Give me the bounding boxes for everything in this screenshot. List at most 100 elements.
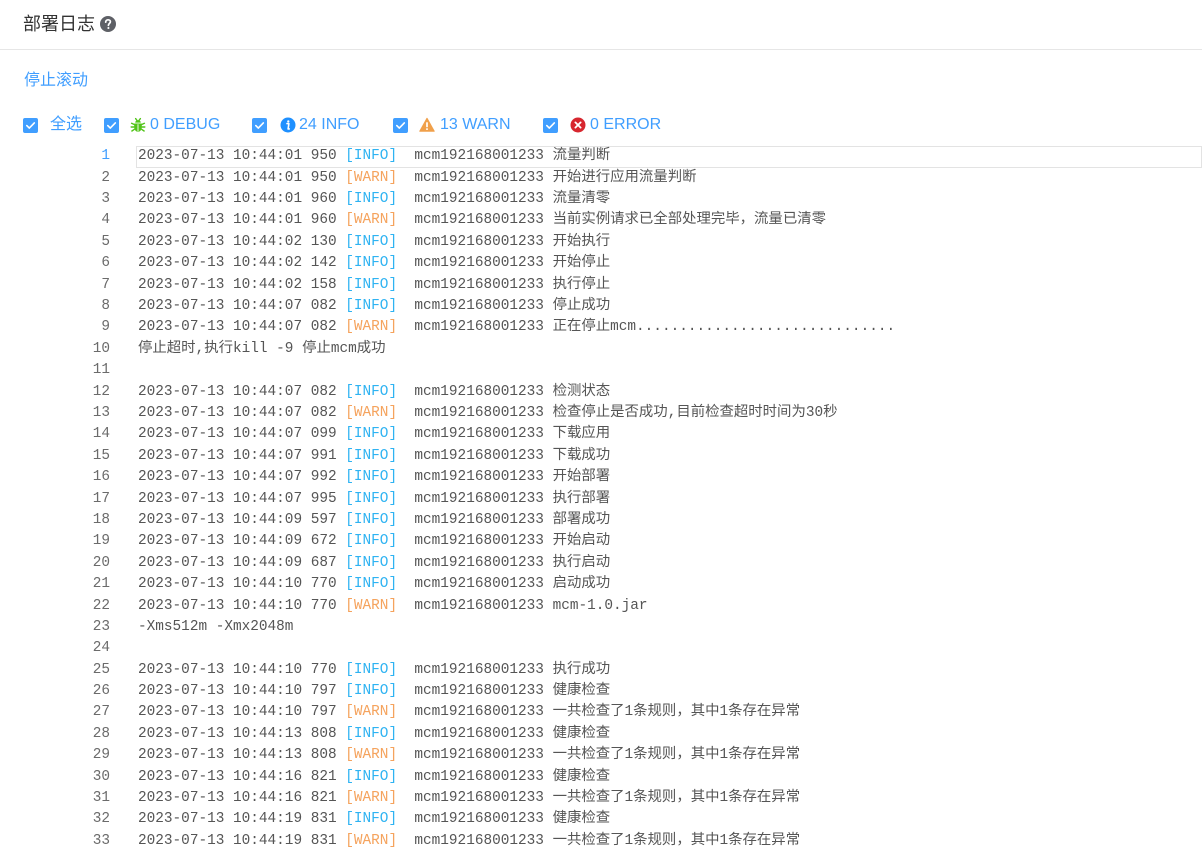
log-line: 23 -Xms512m -Xmx2048m [0,617,1202,638]
filter-info[interactable]: 24 INFO [252,115,359,135]
log-level: [INFO] [345,768,398,785]
log-text: 2023-07-13 10:44:13 808 [INFO] mcm192168… [136,724,1202,745]
stop-scroll-link[interactable]: 停止滚动 [24,71,88,91]
log-level: [INFO] [345,533,398,550]
log-source: mcm192168001233 [414,298,544,315]
log-level: [INFO] [345,383,398,400]
line-number: 9 [101,319,110,336]
log-text: 2023-07-13 10:44:16 821 [WARN] mcm192168… [136,788,1202,809]
log-timestamp: 2023-07-13 10:44:10 797 [138,683,337,700]
log-line: 25 2023-07-13 10:44:10 770 [INFO] mcm1921… [0,660,1202,681]
log-line: 24 [0,638,1202,659]
log-line: 16 2023-07-13 10:44:07 992 [INFO] mcm1921… [0,467,1202,488]
log-text: 2023-07-13 10:44:02 142 [INFO] mcm192168… [136,253,1202,274]
log-text: 2023-07-13 10:44:02 130 [INFO] mcm192168… [136,232,1202,253]
line-number: 30 [92,768,110,785]
log-message: 正在停止mcm.............................. [552,319,896,336]
log-source: mcm192168001233 [414,233,544,250]
warn-checkbox[interactable] [393,117,408,133]
log-text: 2023-07-13 10:44:01 950 [INFO] mcm192168… [136,146,1202,167]
log-timestamp: 2023-07-13 10:44:19 831 [138,832,337,849]
log-timestamp: 2023-07-13 10:44:10 770 [138,597,337,614]
log-source: mcm192168001233 [414,533,544,550]
line-number: 27 [92,704,110,721]
log-text: 2023-07-13 10:44:16 821 [INFO] mcm192168… [136,767,1202,788]
error-checkbox[interactable] [543,117,558,133]
log-source: mcm192168001233 [414,832,544,849]
log-line: 20 2023-07-13 10:44:09 687 [INFO] mcm1921… [0,553,1202,574]
select-all-checkbox[interactable] [23,117,38,133]
log-source: mcm192168001233 [414,490,544,507]
log-line: 9 2023-07-13 10:44:07 082 [WARN] mcm19216… [0,317,1202,338]
line-number: 12 [92,383,110,400]
line-number: 23 [92,618,110,635]
log-message: 一共检查了1条规则，其中1条存在异常 [552,832,801,849]
log-source: mcm192168001233 [414,725,544,742]
log-timestamp: 2023-07-13 10:44:07 082 [138,383,337,400]
log-text: 2023-07-13 10:44:09 687 [INFO] mcm192168… [136,553,1202,574]
log-line: 30 2023-07-13 10:44:16 821 [INFO] mcm1921… [0,767,1202,788]
log-level: [INFO] [345,426,398,443]
log-message: 部署成功 [552,511,611,528]
log-text: 2023-07-13 10:44:10 770 [INFO] mcm192168… [136,574,1202,595]
log-text: 2023-07-13 10:44:09 597 [INFO] mcm192168… [136,510,1202,531]
debug-checkbox[interactable] [104,117,119,133]
log-level: [WARN] [345,212,398,229]
error-level-name: ERROR [603,116,662,133]
log-source: mcm192168001233 [414,383,544,400]
log-line: 22 2023-07-13 10:44:10 770 [WARN] mcm1921… [0,596,1202,617]
warn-filter-label: 13 WARN [440,115,511,135]
filter-warn[interactable]: 13 WARN [393,115,511,135]
error-filter-label: 0 ERROR [590,115,661,135]
log-source: mcm192168001233 [414,255,544,272]
log-source: mcm192168001233 [414,704,544,721]
log-text: 2023-07-13 10:44:01 950 [WARN] mcm192168… [136,168,1202,189]
log-timestamp: 2023-07-13 10:44:07 082 [138,319,337,336]
filter-debug[interactable]: 0 DEBUG [104,115,220,135]
select-all-label: 全选 [50,116,83,133]
log-message: 启动成功 [552,576,611,593]
log-level: [INFO] [345,148,398,165]
log-source: mcm192168001233 [414,576,544,593]
log-source: mcm192168001233 [414,469,544,486]
question-circle-icon[interactable] [100,16,116,32]
log-source: mcm192168001233 [414,554,544,571]
line-number: 6 [101,255,110,272]
log-timestamp: 2023-07-13 10:44:10 770 [138,661,337,678]
filter-select-all[interactable]: 全选 [23,115,82,135]
log-line: 12 2023-07-13 10:44:07 082 [INFO] mcm1921… [0,382,1202,403]
log-source: mcm192168001233 [414,276,544,293]
line-number: 3 [101,191,110,208]
log-timestamp: 2023-07-13 10:44:02 158 [138,276,337,293]
info-checkbox[interactable] [252,117,267,133]
log-timestamp: 2023-07-13 10:44:16 821 [138,768,337,785]
log-text: 2023-07-13 10:44:10 797 [INFO] mcm192168… [136,681,1202,702]
log-timestamp: 2023-07-13 10:44:01 960 [138,191,337,208]
log-line: 6 2023-07-13 10:44:02 142 [INFO] mcm19216… [0,253,1202,274]
log-message: 流量判断 [552,148,611,165]
log-level: [WARN] [345,704,398,721]
log-level: [WARN] [345,832,398,849]
log-text: 2023-07-13 10:44:01 960 [WARN] mcm192168… [136,210,1202,231]
log-timestamp: 2023-07-13 10:44:07 082 [138,298,337,315]
filter-error[interactable]: 0 ERROR [543,115,661,135]
log-line: 2 2023-07-13 10:44:01 950 [WARN] mcm19216… [0,168,1202,189]
log-message: 下载应用 [552,426,611,443]
line-number: 29 [92,747,110,764]
log-timestamp: 2023-07-13 10:44:01 950 [138,169,337,186]
log-level: [INFO] [345,490,398,507]
line-number: 11 [92,362,110,379]
log-timestamp: 2023-07-13 10:44:07 099 [138,426,337,443]
log-line: 17 2023-07-13 10:44:07 995 [INFO] mcm1921… [0,489,1202,510]
log-message: 开始停止 [552,255,611,272]
log-source: mcm192168001233 [414,169,544,186]
log-source: mcm192168001233 [414,212,544,229]
line-number: 2 [101,169,110,186]
line-number: 14 [92,426,110,443]
log-source: mcm192168001233 [414,768,544,785]
log-line: 19 2023-07-13 10:44:09 672 [INFO] mcm1921… [0,531,1202,552]
log-line: 27 2023-07-13 10:44:10 797 [WARN] mcm1921… [0,702,1202,723]
log-source: mcm192168001233 [414,683,544,700]
